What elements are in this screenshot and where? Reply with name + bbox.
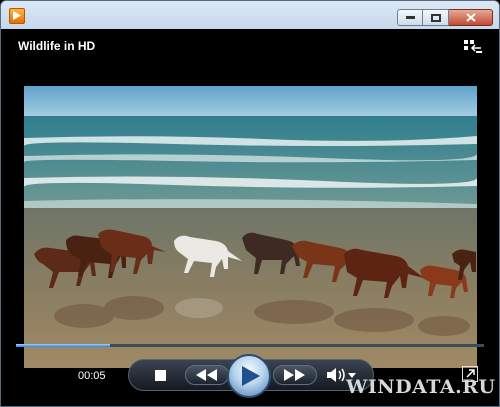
play-button[interactable] xyxy=(227,354,271,398)
previous-button[interactable] xyxy=(185,365,229,385)
maximize-icon xyxy=(430,13,441,22)
elapsed-time: 00:05 xyxy=(78,370,106,382)
play-icon xyxy=(242,366,260,386)
stop-icon xyxy=(154,369,166,381)
media-player-window: Wildlife in HD 00:05 WINDATA.RU xyxy=(0,0,500,407)
fast-forward-icon xyxy=(284,369,305,381)
video-title: Wildlife in HD xyxy=(18,39,96,53)
seek-bar-progress xyxy=(16,344,110,347)
close-icon xyxy=(465,13,476,22)
rewind-icon xyxy=(196,369,217,381)
maximize-button[interactable] xyxy=(423,9,449,26)
next-button[interactable] xyxy=(273,365,317,385)
speaker-icon xyxy=(327,368,345,382)
title-bar[interactable] xyxy=(1,1,499,29)
media-player-icon xyxy=(9,8,25,24)
switch-to-library-icon[interactable] xyxy=(464,40,482,59)
video-frame[interactable] xyxy=(24,86,477,368)
mute-button[interactable] xyxy=(327,366,347,384)
watermark: WINDATA.RU xyxy=(346,376,496,398)
player-area: Wildlife in HD 00:05 WINDATA.RU xyxy=(8,29,495,403)
minimize-button[interactable] xyxy=(397,9,423,26)
seek-bar[interactable] xyxy=(16,344,484,347)
minimize-icon xyxy=(405,16,415,19)
stop-button[interactable] xyxy=(151,366,169,384)
close-button[interactable] xyxy=(449,9,493,26)
transport-controls xyxy=(128,354,374,398)
